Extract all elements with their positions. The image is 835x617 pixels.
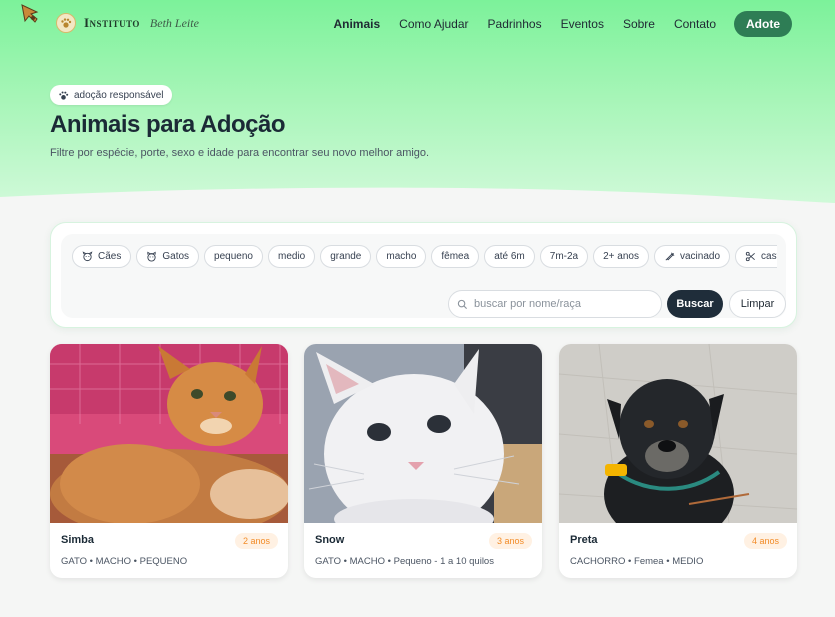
chip-label: vacinado [680, 251, 721, 262]
chip-label: grande [330, 251, 362, 262]
search-button[interactable]: Buscar [667, 290, 723, 318]
dog-icon [82, 251, 93, 262]
chip-2-anos[interactable]: 2+ anos [593, 245, 649, 268]
age-badge: 4 anos [743, 533, 787, 549]
animal-card[interactable]: Simba 2 anos GATO • MACHO • PEQUENO [50, 344, 288, 578]
clear-button[interactable]: Limpar [729, 290, 786, 318]
responsible-adoption-badge: adoção responsável [50, 85, 172, 105]
chip-label: 2+ anos [603, 251, 639, 262]
chip-caes[interactable]: Cães [72, 245, 132, 268]
filter-panel-inner: Cães Gatos pequeno medio grande macho fê… [61, 234, 786, 318]
main-nav: Animais Como Ajudar Padrinhos Eventos So… [314, 11, 792, 37]
syringe-icon [665, 252, 675, 261]
chip-femea[interactable]: fêmea [431, 245, 480, 268]
cat-icon [147, 251, 156, 262]
search-field[interactable] [448, 290, 662, 318]
paw-icon [59, 90, 69, 100]
animal-meta: GATO • MACHO • PEQUENO [61, 556, 188, 567]
age-badge: 3 anos [488, 533, 532, 549]
chip-label: Cães [98, 251, 122, 262]
brand-script: Beth Leite [149, 15, 199, 30]
chip-macho[interactable]: macho [376, 245, 427, 268]
nav-animais[interactable]: Animais [333, 17, 380, 31]
filter-panel: Cães Gatos pequeno medio grande macho fê… [50, 222, 797, 328]
brand[interactable]: Instituto Beth Leite [56, 13, 199, 33]
animal-name: Simba [61, 534, 95, 546]
chip-grande[interactable]: grande [320, 245, 372, 268]
page-subtitle: Filtre por espécie, porte, sexo e idade … [50, 147, 430, 159]
chip-label: 7m-2a [549, 251, 579, 262]
scissors-icon [745, 251, 755, 262]
chip-gatos[interactable]: Gatos [136, 245, 200, 268]
chip-vacinado[interactable]: vacinado [654, 245, 731, 268]
chip-pequeno[interactable]: pequeno [204, 245, 263, 268]
adopt-button[interactable]: Adote [734, 11, 792, 37]
animal-name: Preta [570, 534, 598, 546]
brand-name: Instituto [84, 15, 140, 30]
page-title: Animais para Adoção [50, 111, 286, 138]
badge-label: adoção responsável [74, 89, 164, 101]
animal-meta: GATO • MACHO • Pequeno - 1 a 10 quilos [315, 556, 494, 567]
nav-padrinhos[interactable]: Padrinhos [488, 17, 542, 31]
animal-photo-snow [304, 344, 542, 523]
chip-label: Gatos [162, 251, 190, 262]
nav-contato[interactable]: Contato [674, 17, 716, 31]
chip-label: macho [386, 251, 417, 262]
filter-chips: Cães Gatos pequeno medio grande macho fê… [72, 245, 777, 269]
chip-label: medio [277, 251, 306, 262]
chip-7m-2a[interactable]: 7m-2a [539, 245, 589, 268]
paw-cursor-icon [21, 4, 39, 23]
animal-card[interactable]: Snow 3 anos GATO • MACHO • Pequeno - 1 a… [304, 344, 542, 578]
animal-photo-simba [50, 344, 288, 523]
chip-label: castrado [761, 251, 777, 262]
paw-logo-icon [56, 13, 76, 33]
animal-meta: CACHORRO • Femea • MEDIO [570, 556, 704, 567]
chip-label: pequeno [214, 251, 253, 262]
chip-label: até 6m [494, 251, 525, 262]
nav-como-ajudar[interactable]: Como Ajudar [399, 17, 468, 31]
chip-castrado[interactable]: castrado [735, 245, 777, 268]
age-badge: 2 anos [234, 533, 278, 549]
chip-ate-6m[interactable]: até 6m [484, 245, 535, 268]
hero-wave [0, 187, 835, 225]
chip-label: fêmea [441, 251, 470, 262]
nav-sobre[interactable]: Sobre [623, 17, 655, 31]
search-icon [457, 299, 468, 309]
animal-card[interactable]: Preta 4 anos CACHORRO • Femea • MEDIO [559, 344, 797, 578]
nav-eventos[interactable]: Eventos [561, 17, 604, 31]
animal-photo-preta [559, 344, 797, 523]
animal-name: Snow [315, 534, 345, 546]
chip-medio[interactable]: medio [267, 245, 316, 268]
search-input[interactable] [474, 298, 654, 310]
